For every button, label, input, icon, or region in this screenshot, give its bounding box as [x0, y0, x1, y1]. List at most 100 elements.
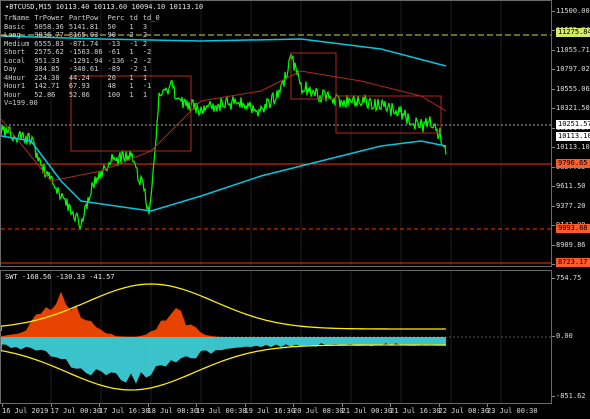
stats-column-header: PartPow	[68, 14, 99, 22]
stats-row: Hour1 142.71 67.93 48 1 -1	[4, 82, 165, 91]
time-tick: 17 Jul 00:30	[50, 404, 102, 415]
price-tick: 10797.02	[552, 65, 590, 74]
price-level-tag: 9796.65	[556, 159, 590, 168]
stats-cell: 4Hour	[4, 73, 26, 82]
stats-header-row: TrName TrPower PartPow Perc td td_0	[4, 14, 165, 23]
volume-row: V=199.00	[4, 99, 165, 108]
stats-column-header: td	[129, 14, 138, 22]
stats-cell: -1	[142, 82, 152, 90]
price-level-tag: 11275.84	[556, 28, 590, 37]
stats-cell: 951.33	[34, 56, 60, 65]
main-price-chart[interactable]: BTCUSD,M15 10113.40 10113.60 10094.10 10…	[0, 0, 552, 267]
stats-cell: 67.93	[68, 82, 90, 90]
stats-cell: 44.24	[68, 73, 90, 82]
stats-cell: Medium	[4, 39, 30, 48]
time-tick: 19 Jul 00:30	[196, 404, 247, 415]
stats-cell: 1	[129, 82, 134, 90]
price-tick: 9377.20	[552, 201, 586, 210]
volume-label: V=199.00	[4, 99, 38, 107]
stats-cell: 20	[107, 73, 116, 82]
swt-indicator-panel[interactable]: SWT -168.56 -130.33 -41.57	[0, 270, 552, 404]
stats-cell: 2	[142, 39, 148, 48]
time-tick: 16 Jul 2019	[2, 404, 49, 415]
lower-channel-line	[1, 135, 447, 212]
swt-scale[interactable]: 754.75 0.00 -851.62	[551, 270, 590, 404]
stats-column-header: TrName	[4, 14, 30, 22]
price-level-tag: 8723.17	[556, 258, 590, 267]
stats-row: Local 951.33 -1291.94 -136 -2 -2	[4, 57, 165, 66]
stats-cell: 2575.62	[34, 48, 64, 56]
stats-cell: 6555.83	[34, 39, 64, 48]
stats-row: Basic 5058.36 5141.81 50 1 3	[4, 23, 165, 32]
stats-row: Medium 6555.83 -871.74 -13 -1 2	[4, 40, 165, 49]
stats-cell: 48	[107, 82, 116, 90]
time-tick: 17 Jul 16:30	[99, 404, 150, 415]
stats-cell: 3	[142, 22, 148, 31]
swt-indicator-canvas	[1, 271, 551, 403]
stats-cell: -13	[107, 39, 121, 48]
trend-stats-table: TrName TrPower PartPow Perc td td_0 Basic 5058.…	[4, 14, 165, 108]
stats-cell: 2	[142, 31, 148, 39]
stats-cell: Local	[4, 56, 26, 65]
stats-cell: -2	[142, 48, 152, 56]
price-level-tag: 10251.57	[556, 120, 590, 129]
stats-cell: 9036.77	[34, 31, 64, 39]
stats-cell: -89	[107, 65, 121, 73]
price-level-tag: 10113.10	[556, 132, 590, 141]
price-tick: 10113.10	[552, 143, 590, 152]
time-tick: 21 Jul 16:30	[390, 404, 441, 415]
time-tick: 18 Jul 08:30	[147, 404, 199, 415]
price-tick: 8909.86	[552, 240, 586, 249]
ohlc-values: 10113.40 10113.60 10094.10 10113.10	[55, 3, 204, 11]
stats-cell: Basic	[4, 22, 26, 31]
stats-row: Hour 52.86 52.86 100 1 1	[4, 91, 165, 100]
stats-cell: 5058.36	[34, 22, 64, 31]
stats-cell: 142.71	[34, 82, 60, 90]
stats-cell: 100	[107, 90, 121, 99]
stats-cell: 384.85	[34, 65, 60, 73]
price-tick: 11500.00	[552, 7, 590, 15]
stats-cell: -1	[129, 39, 138, 48]
stats-cell: -2	[129, 56, 138, 65]
swt-indicator-label: SWT -168.56 -130.33 -41.57	[5, 273, 115, 281]
price-tick: 11055.71	[552, 45, 590, 54]
stats-row: Short 2575.62 -1563.86 -61 1 -2	[4, 48, 165, 57]
stats-cell: 1	[142, 73, 148, 82]
stats-cell: 224.38	[34, 73, 60, 82]
time-axis[interactable]: 16 Jul 2019 17 Jul 00:30 17 Jul 16:30 18 Ju…	[0, 404, 552, 419]
stats-cell: -2	[142, 56, 152, 65]
time-tick: 19 Jul 16:30	[244, 404, 296, 415]
stats-cell: 2	[129, 31, 134, 39]
stats-cell: 8165.03	[68, 31, 99, 39]
stats-row: Long 9036.77 8165.03 90 2 2	[4, 31, 165, 40]
stats-cell: Hour	[4, 90, 21, 99]
swt-tick: 754.75	[551, 274, 582, 282]
stats-cell: 1	[129, 48, 134, 56]
time-tick: 20 Jul 08:30	[293, 404, 344, 415]
time-tick: 22 Jul 08:30	[438, 404, 490, 415]
stats-cell: -136	[107, 56, 125, 65]
stats-column-header: TrPower	[34, 14, 64, 22]
stats-cell: 52.86	[68, 90, 90, 99]
price-level-tag: 9093.88	[556, 224, 590, 233]
stats-column-header: td_0	[142, 14, 160, 22]
stats-cell: -61	[107, 48, 121, 56]
time-tick: 23 Jul 00:30	[487, 404, 538, 415]
stats-cell: 52.86	[34, 90, 56, 99]
stats-cell: Hour1	[4, 82, 26, 90]
stats-cell: 1	[129, 90, 134, 99]
stats-row: Day 384.85 -340.61 -89 -2 1	[4, 65, 165, 74]
stats-row: 4Hour 224.38 44.24 20 1 1	[4, 74, 165, 83]
swt-orange-area	[1, 291, 446, 337]
swt-tick: 0.00	[552, 332, 573, 340]
price-tick: 10321.50	[552, 104, 590, 113]
price-tick: 10555.06	[552, 84, 590, 93]
stats-cell: 1	[129, 73, 134, 82]
stats-cell: 1	[142, 90, 148, 99]
price-tick: 9611.50	[552, 182, 586, 191]
stats-cell: -871.74	[68, 39, 99, 48]
stats-cell: -2	[129, 65, 138, 73]
chart-header: BTCUSD,M15 10113.40 10113.60 10094.10 10…	[5, 3, 203, 11]
stats-cell: Day	[4, 65, 17, 73]
time-tick: 21 Jul 00:30	[341, 404, 393, 415]
